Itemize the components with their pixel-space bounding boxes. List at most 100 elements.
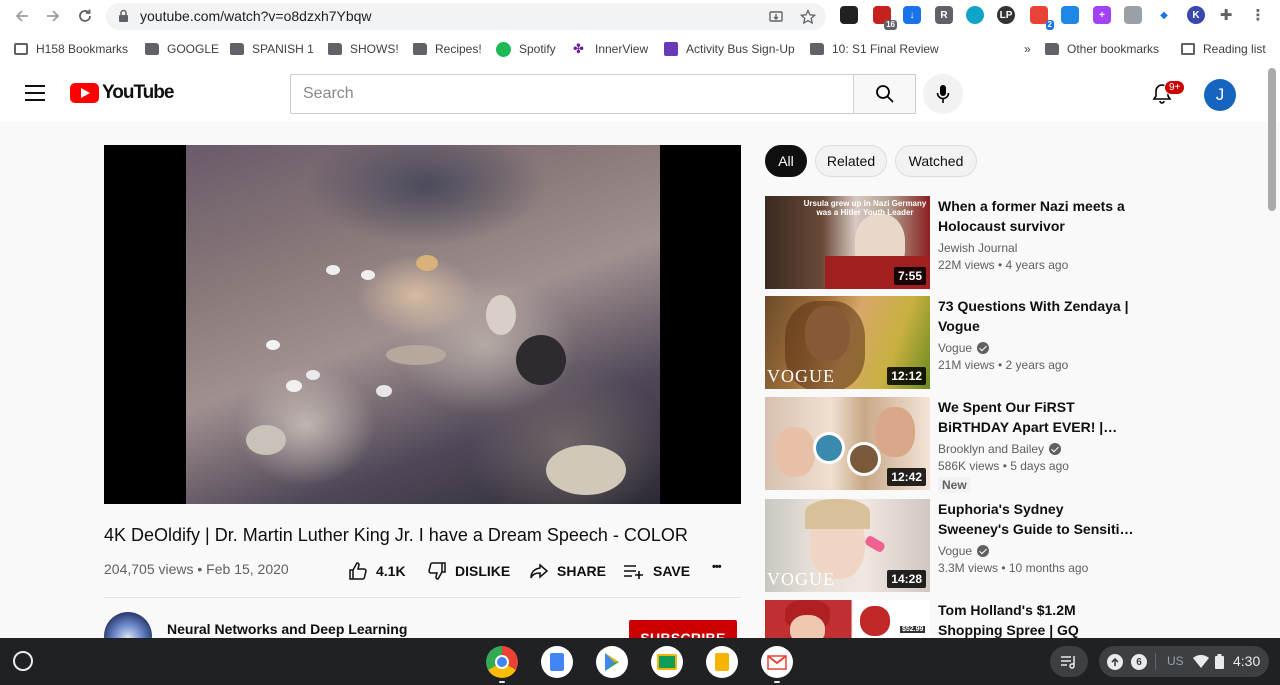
extension-copy-icon[interactable] <box>1124 6 1142 24</box>
recommendation-channel[interactable]: Brooklyn and Bailey <box>938 442 1062 456</box>
bookmark-spotify[interactable]: Spotify <box>496 40 556 58</box>
video-title: 4K DeOldify | Dr. Martin Luther King Jr.… <box>104 525 688 545</box>
notification-count: 6 <box>1131 654 1147 670</box>
bookmark-star-icon[interactable] <box>798 7 818 27</box>
back-arrow-icon[interactable] <box>11 5 33 27</box>
recommendation-title[interactable]: 73 Questions With Zendaya | Vogue <box>938 296 1138 336</box>
bookmark-activity-bus[interactable]: Activity Bus Sign-Up <box>664 40 795 58</box>
extension-globe-icon[interactable] <box>966 6 984 24</box>
chrome-menu-icon[interactable]: ⋮ <box>1249 6 1267 24</box>
recommendation-item[interactable]: VOGUE 12:12 73 Questions With Zendaya | … <box>765 296 1245 390</box>
more-bookmarks-chevron[interactable]: » <box>1024 40 1031 58</box>
address-bar[interactable]: youtube.com/watch?v=o8dzxh7Ybqw <box>106 3 826 30</box>
vogue-watermark: VOGUE <box>767 366 835 386</box>
extension-ninja-icon[interactable] <box>840 6 858 24</box>
bookmark-page-icon <box>14 43 28 55</box>
recommendation-channel[interactable]: Vogue <box>938 341 990 355</box>
bookmark-h158[interactable]: H158 Bookmarks <box>14 40 128 58</box>
upload-icon <box>1107 654 1123 670</box>
video-frame <box>186 145 660 504</box>
recommendation-stats: 21M views • 2 years ago <box>938 358 1069 372</box>
extension-r-icon[interactable]: R <box>935 6 953 24</box>
forward-arrow-icon[interactable] <box>42 5 64 27</box>
extension-calendar-icon[interactable]: 16 <box>873 6 897 30</box>
video-thumbnail[interactable]: 12:42 <box>765 397 930 490</box>
price-tag: $52.99 <box>900 626 926 633</box>
bookmark-final-review[interactable]: 10: S1 Final Review <box>810 40 939 58</box>
extension-share-icon[interactable]: 2 <box>1030 6 1054 30</box>
folder-icon <box>1045 43 1059 55</box>
chip-watched[interactable]: Watched <box>895 145 977 177</box>
play-store-icon[interactable] <box>596 646 628 678</box>
youtube-play-icon <box>70 83 99 103</box>
extensions-puzzle-icon[interactable]: ✚ <box>1217 6 1235 24</box>
duration-badge: 7:55 <box>893 267 926 285</box>
extension-lp-icon[interactable]: LP <box>997 6 1015 24</box>
extension-download-icon[interactable]: ↓ <box>903 6 921 24</box>
recommendation-stats: 3.3M views • 10 months ago <box>938 561 1089 575</box>
like-button[interactable]: 4.1K <box>348 561 406 581</box>
dislike-button[interactable]: DISLIKE <box>427 561 510 581</box>
recommendation-channel[interactable]: Vogue <box>938 544 990 558</box>
status-tray[interactable]: 6 US 4:30 <box>1099 646 1269 677</box>
bookmark-recipes[interactable]: Recipes! <box>413 40 482 58</box>
menu-icon[interactable] <box>25 85 45 101</box>
chip-related[interactable]: Related <box>815 145 887 177</box>
save-button[interactable]: SAVE <box>623 561 690 581</box>
recommendation-item[interactable]: Ursula grew up in Nazi Germany was a Hit… <box>765 196 1245 290</box>
chip-all[interactable]: All <box>765 145 807 177</box>
channel-name[interactable]: Neural Networks and Deep Learning <box>167 621 407 637</box>
recommendation-channel[interactable]: Jewish Journal <box>938 241 1017 255</box>
gmail-icon[interactable] <box>761 646 793 678</box>
folder-icon <box>413 43 427 55</box>
recommendation-item[interactable]: 12:42 We Spent Our FiRST BiRTHDAY Apart … <box>765 397 1245 493</box>
search-button[interactable] <box>853 74 916 114</box>
bookmark-google[interactable]: GOOGLE <box>145 40 219 58</box>
youtube-masthead: YouTube 9+ J <box>0 66 1280 122</box>
launcher-icon[interactable] <box>13 651 33 671</box>
extension-cloud-icon[interactable] <box>1061 6 1079 24</box>
media-controls-button[interactable] <box>1050 646 1088 677</box>
verified-check-icon <box>977 342 990 354</box>
video-views-date: 204,705 views • Feb 15, 2020 <box>104 561 289 577</box>
youtube-logo[interactable]: YouTube <box>70 82 174 104</box>
running-indicator <box>499 681 505 683</box>
reading-list-icon <box>1181 43 1195 55</box>
bookmark-other[interactable]: Other bookmarks <box>1045 40 1159 58</box>
classroom-icon[interactable] <box>651 646 683 678</box>
share-arrow-icon <box>530 563 549 579</box>
clock: 4:30 <box>1233 653 1261 669</box>
reload-icon[interactable] <box>74 5 96 27</box>
extension-pin-icon[interactable]: ◆ <box>1155 6 1173 24</box>
voice-search-button[interactable] <box>923 74 963 114</box>
duration-badge: 12:12 <box>887 367 926 385</box>
video-player[interactable] <box>104 145 741 504</box>
bookmark-spanish[interactable]: SPANISH 1 <box>230 40 314 58</box>
more-actions-icon[interactable]: ••• <box>712 561 722 573</box>
extension-k-icon[interactable]: K <box>1187 6 1205 24</box>
docs-icon[interactable] <box>541 646 573 678</box>
duration-badge: 12:42 <box>887 468 926 486</box>
bookmark-shows[interactable]: SHOWS! <box>328 40 399 58</box>
thumbs-up-icon <box>349 562 367 580</box>
recommendation-title[interactable]: Euphoria's Sydney Sweeney's Guide to Sen… <box>938 499 1138 539</box>
account-avatar[interactable]: J <box>1204 79 1236 111</box>
page-scrollbar[interactable] <box>1268 68 1276 211</box>
search-input[interactable] <box>291 75 854 113</box>
recommendation-title[interactable]: We Spent Our FiRST BiRTHDAY Apart EVER! … <box>938 397 1138 437</box>
install-app-icon[interactable] <box>766 7 786 27</box>
slides-icon[interactable] <box>706 646 738 678</box>
recommendation-item[interactable]: VOGUE 14:28 Euphoria's Sydney Sweeney's … <box>765 499 1245 593</box>
recommendation-title[interactable]: When a former Nazi meets a Holocaust sur… <box>938 196 1138 236</box>
video-thumbnail[interactable]: VOGUE 12:12 <box>765 296 930 389</box>
recommendation-title[interactable]: Tom Holland's $1.2M Shopping Spree | GQ <box>938 600 1138 640</box>
reading-list[interactable]: Reading list <box>1181 40 1266 58</box>
folder-icon <box>328 43 342 55</box>
spotify-icon <box>496 41 511 57</box>
chrome-icon[interactable] <box>486 646 518 678</box>
extension-plus-icon[interactable]: + <box>1093 6 1111 24</box>
share-button[interactable]: SHARE <box>529 561 606 581</box>
video-thumbnail[interactable]: VOGUE 14:28 <box>765 499 930 592</box>
bookmark-innerview[interactable]: ✤ InnerView <box>573 40 648 58</box>
video-thumbnail[interactable]: Ursula grew up in Nazi Germany was a Hit… <box>765 196 930 289</box>
